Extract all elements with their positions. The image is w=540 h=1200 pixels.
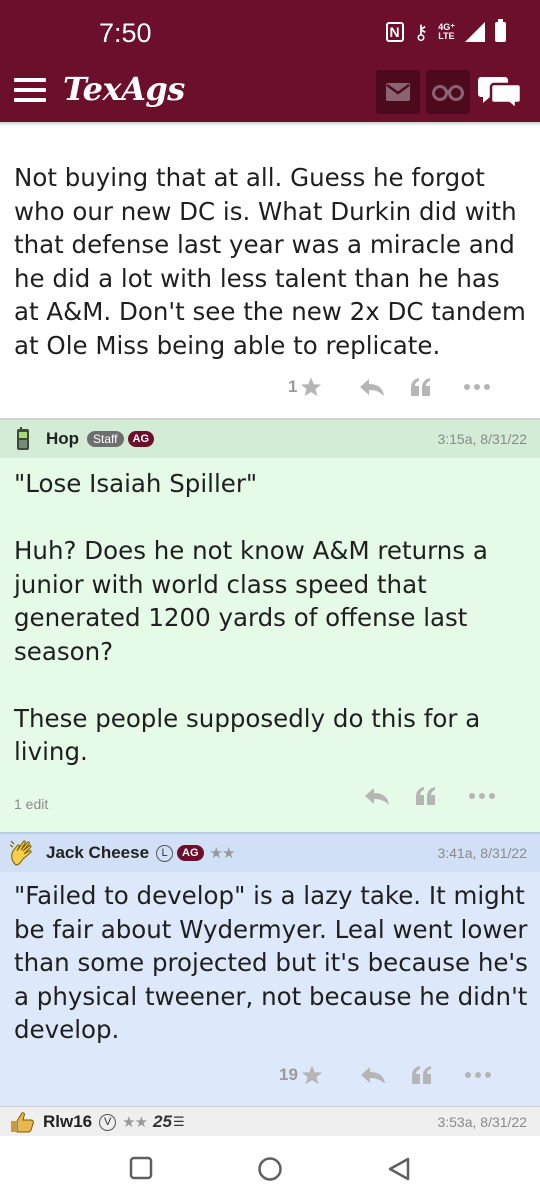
reply-button[interactable] — [364, 786, 390, 806]
post-actions: 1 — [288, 376, 491, 398]
post-paragraph: "Lose Isaiah Spiller" — [14, 469, 258, 498]
more-icon — [469, 793, 495, 799]
star-button[interactable]: 1 — [288, 376, 322, 398]
app-header: TexAgs — [0, 62, 540, 122]
reply-button[interactable] — [359, 377, 385, 397]
hand-wave-avatar-icon[interactable] — [8, 839, 38, 867]
reply-button[interactable] — [360, 1065, 386, 1085]
network-type-bottom: LTE — [438, 31, 455, 41]
reply-icon — [360, 379, 385, 396]
edit-count[interactable]: 1 edit — [14, 796, 48, 812]
post-paragraph: These people supposedly do this for a li… — [14, 703, 481, 767]
ag-badge: AG — [177, 845, 204, 861]
reply-icon — [365, 788, 389, 805]
flip-phone-avatar-icon[interactable] — [16, 427, 30, 451]
post-paragraph: Huh? Does he not know A&M returns a juni… — [14, 536, 488, 666]
lifetime-badge: L — [156, 844, 174, 862]
menu-icon[interactable] — [14, 78, 46, 102]
signal-icon — [465, 22, 485, 42]
reply-icon — [360, 1067, 385, 1084]
post-body: "Failed to develop" is a lazy take. It m… — [14, 881, 528, 1044]
post-body: Not buying that at all. Guess he forgot … — [14, 163, 526, 360]
post: Not buying that at all. Guess he forgot … — [0, 126, 540, 419]
star-count: 1 — [288, 377, 298, 396]
nfc-icon: N — [385, 22, 404, 42]
quote-button[interactable] — [411, 1065, 433, 1085]
username[interactable]: Jack Cheese — [46, 843, 149, 863]
username[interactable]: Rlw16 — [43, 1112, 92, 1132]
back-button[interactable] — [387, 1156, 411, 1186]
battery-icon — [495, 19, 506, 42]
post-header: Hop Staff AG 3:15a, 8/31/22 — [0, 420, 540, 458]
messages-button[interactable] — [376, 70, 420, 114]
quote-icon — [411, 1066, 431, 1084]
recents-button[interactable] — [129, 1156, 153, 1184]
following-button[interactable] — [426, 70, 470, 114]
envelope-icon — [386, 83, 410, 101]
post-timestamp[interactable]: 3:53a, 8/31/22 — [437, 1114, 527, 1130]
post-timestamp[interactable]: 3:41a, 8/31/22 — [437, 845, 527, 861]
recents-icon — [129, 1156, 153, 1180]
back-icon — [388, 1157, 410, 1181]
post: Jack Cheese L AG ★★ 3:41a, 8/31/22 "Fail… — [0, 834, 540, 1106]
verified-badge: V — [99, 1113, 117, 1131]
post-actions: 19 — [279, 1064, 492, 1086]
years-badge: 25 — [153, 1112, 172, 1131]
forums-button[interactable] — [478, 70, 522, 114]
quote-button[interactable] — [410, 377, 432, 397]
network-type-icon: 4G⁺ LTE — [438, 23, 455, 41]
username[interactable]: Hop — [46, 429, 79, 449]
post-timestamp[interactable]: 3:15a, 8/31/22 — [437, 431, 527, 447]
rank-stars: ★★ — [122, 1113, 148, 1131]
vpn-key-icon: ⚷ — [413, 20, 429, 44]
years-badge-lines: ☰ — [172, 1114, 185, 1130]
android-nav-bar — [0, 1136, 540, 1200]
quote-button[interactable] — [415, 786, 437, 806]
star-icon — [301, 1065, 323, 1085]
star-icon — [301, 377, 322, 397]
rank-stars: ★★ — [209, 844, 236, 862]
quote-icon — [416, 787, 435, 805]
post-actions — [364, 786, 496, 806]
home-button[interactable] — [257, 1156, 283, 1186]
quote-icon — [411, 378, 431, 396]
more-options-button[interactable] — [464, 1071, 492, 1079]
more-options-button[interactable] — [468, 792, 496, 800]
more-options-button[interactable] — [463, 383, 491, 391]
texags-logo[interactable]: TexAgs — [63, 70, 185, 108]
post: Hop Staff AG 3:15a, 8/31/22 "Lose Isaiah… — [0, 420, 540, 832]
more-icon — [464, 1072, 491, 1078]
binoculars-icon — [432, 85, 464, 101]
home-icon — [258, 1157, 282, 1181]
chat-bubbles-icon — [478, 77, 522, 110]
status-time: 7:50 — [99, 18, 152, 48]
status-icons: N ⚷ 4G⁺ LTE — [385, 19, 506, 44]
post-header: Jack Cheese L AG ★★ 3:41a, 8/31/22 — [0, 834, 540, 872]
star-button[interactable]: 19 — [279, 1064, 323, 1086]
thumbs-up-avatar-icon[interactable] — [9, 1111, 35, 1133]
more-icon — [464, 384, 491, 390]
staff-badge: Staff — [87, 431, 124, 447]
status-bar: 7:50 N ⚷ 4G⁺ LTE — [0, 0, 540, 62]
star-count: 19 — [279, 1065, 298, 1084]
post-body: "Lose Isaiah Spiller" Huh? Does he not k… — [14, 467, 529, 769]
post-header: Rlw16 V ★★ 25 ☰ 3:53a, 8/31/22 — [0, 1107, 540, 1137]
ag-badge: AG — [127, 431, 155, 447]
post: Rlw16 V ★★ 25 ☰ 3:53a, 8/31/22 — [0, 1106, 540, 1136]
